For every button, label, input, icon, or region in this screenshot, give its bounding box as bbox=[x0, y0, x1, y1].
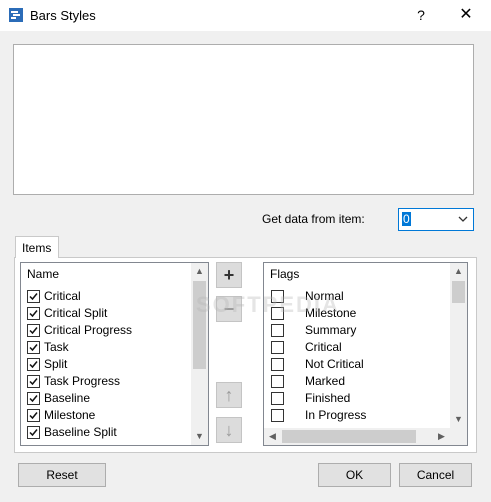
cancel-button[interactable]: Cancel bbox=[399, 463, 472, 487]
checkbox[interactable] bbox=[27, 392, 40, 405]
checkbox[interactable] bbox=[271, 409, 284, 422]
flags-list-row-label: Not Critical bbox=[305, 357, 364, 371]
items-list-row[interactable]: Split bbox=[21, 356, 191, 373]
scroll-up-icon[interactable]: ▲ bbox=[191, 263, 208, 280]
flags-list[interactable]: Flags Normal Milestone Summary Critical Not … bbox=[263, 262, 468, 446]
flags-hscroll-thumb[interactable] bbox=[282, 430, 416, 443]
items-list-row-label: Split bbox=[44, 357, 68, 371]
flags-list-row[interactable]: In Progress bbox=[264, 407, 449, 424]
items-scrollbar[interactable]: ▲ ▼ bbox=[191, 263, 208, 445]
checkbox[interactable] bbox=[271, 324, 284, 337]
items-list-row[interactable]: Task Progress bbox=[21, 373, 191, 390]
tab-items[interactable]: Items bbox=[15, 236, 59, 258]
flags-list-row[interactable]: Summary bbox=[264, 322, 449, 339]
scroll-up-icon[interactable]: ▲ bbox=[450, 263, 467, 280]
checkbox[interactable] bbox=[27, 290, 40, 303]
move-down-button[interactable]: ↓ bbox=[216, 417, 242, 443]
items-list-row[interactable]: Baseline Split bbox=[21, 424, 191, 441]
app-icon bbox=[8, 7, 24, 23]
get-data-label: Get data from item: bbox=[262, 212, 365, 226]
flags-scroll-thumb[interactable] bbox=[452, 281, 465, 303]
get-data-value: 0 bbox=[402, 212, 411, 226]
flags-list-row-label: In Progress bbox=[305, 408, 367, 422]
items-list-row[interactable]: Milestone bbox=[21, 407, 191, 424]
checkbox[interactable] bbox=[271, 375, 284, 388]
checkbox[interactable] bbox=[27, 324, 40, 337]
flags-list-row-label: Critical bbox=[305, 340, 342, 354]
close-button[interactable]: ✕ bbox=[453, 4, 479, 26]
help-button[interactable]: ? bbox=[410, 4, 432, 26]
move-up-button[interactable]: ↑ bbox=[216, 382, 242, 408]
checkbox[interactable] bbox=[27, 307, 40, 320]
flags-list-row-label: Marked bbox=[305, 374, 346, 388]
watermark-text: SOFTPEDIA bbox=[196, 292, 340, 317]
items-list-row-label: Critical Split bbox=[44, 306, 108, 320]
items-list-row-label: Task Progress bbox=[44, 374, 121, 388]
items-list-row-label: Task bbox=[44, 340, 69, 354]
add-item-button[interactable]: + bbox=[216, 262, 242, 288]
items-list[interactable]: Name Critical Critical Split Critical Prog… bbox=[20, 262, 209, 446]
items-list-row-label: Critical Progress bbox=[44, 323, 133, 337]
checkbox[interactable] bbox=[27, 341, 40, 354]
items-list-row[interactable]: Task bbox=[21, 339, 191, 356]
checkbox[interactable] bbox=[27, 426, 40, 439]
flags-list-row-label: Finished bbox=[305, 391, 351, 405]
flags-horizontal-scrollbar[interactable]: ◀ ▶ bbox=[264, 428, 467, 445]
bar-preview-area bbox=[13, 44, 474, 195]
items-list-header: Name bbox=[27, 267, 60, 281]
scroll-left-icon[interactable]: ◀ bbox=[264, 428, 281, 445]
flags-vertical-scrollbar[interactable]: ▲ ▼ bbox=[450, 263, 467, 428]
scroll-down-icon[interactable]: ▼ bbox=[191, 428, 208, 445]
items-list-row[interactable]: Critical Progress bbox=[21, 322, 191, 339]
checkbox[interactable] bbox=[27, 409, 40, 422]
scroll-down-icon[interactable]: ▼ bbox=[450, 411, 467, 428]
items-list-row-label: Milestone bbox=[44, 408, 96, 422]
items-list-row-label: Critical bbox=[44, 289, 81, 303]
items-list-row-label: Baseline bbox=[44, 391, 91, 405]
checkbox[interactable] bbox=[271, 358, 284, 371]
checkbox[interactable] bbox=[271, 392, 284, 405]
window-title: Bars Styles bbox=[30, 8, 96, 23]
flags-list-header: Flags bbox=[270, 267, 300, 281]
flags-list-row[interactable]: Critical bbox=[264, 339, 449, 356]
items-list-row-label: Baseline Split bbox=[44, 425, 117, 439]
reset-button[interactable]: Reset bbox=[18, 463, 106, 487]
items-list-row[interactable]: Baseline bbox=[21, 390, 191, 407]
items-list-row[interactable]: Critical Split bbox=[21, 305, 191, 322]
chevron-down-icon[interactable] bbox=[456, 212, 470, 226]
flags-list-row[interactable]: Not Critical bbox=[264, 356, 449, 373]
checkbox[interactable] bbox=[27, 358, 40, 371]
scroll-right-icon[interactable]: ▶ bbox=[433, 428, 450, 445]
checkbox[interactable] bbox=[27, 375, 40, 388]
flags-list-row-label: Summary bbox=[305, 323, 357, 337]
items-list-row[interactable]: Critical bbox=[21, 288, 191, 305]
flags-list-row[interactable]: Marked bbox=[264, 373, 449, 390]
checkbox[interactable] bbox=[271, 341, 284, 354]
flags-list-row[interactable]: Finished bbox=[264, 390, 449, 407]
ok-button[interactable]: OK bbox=[318, 463, 391, 487]
